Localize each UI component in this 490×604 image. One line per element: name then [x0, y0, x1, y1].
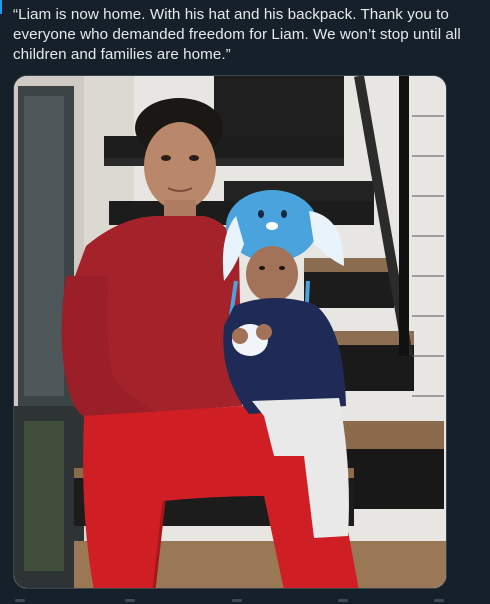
like-icon[interactable] — [232, 599, 242, 602]
stair-5 — [339, 449, 444, 509]
door-reflection — [24, 96, 64, 396]
plant-reflection — [24, 421, 64, 571]
tweet-photo[interactable] — [13, 75, 447, 589]
stair-3 — [304, 272, 394, 308]
stair-3-tread — [304, 258, 394, 272]
action-bar — [0, 598, 490, 604]
man-face — [144, 122, 216, 210]
top-strip — [0, 0, 490, 4]
child-face — [246, 246, 298, 302]
reply-icon[interactable] — [15, 599, 25, 602]
stair-5-tread — [339, 421, 444, 449]
tweet-screen: “Liam is now home. With his hat and his … — [0, 0, 490, 604]
photo-illustration — [14, 76, 446, 588]
retweet-icon[interactable] — [125, 599, 135, 602]
stair-top — [214, 76, 344, 136]
thread-line — [0, 0, 2, 14]
tweet-text: “Liam is now home. With his hat and his … — [13, 6, 461, 63]
share-icon[interactable] — [434, 599, 444, 602]
views-icon[interactable] — [338, 599, 348, 602]
stair-1-edge — [104, 158, 344, 166]
